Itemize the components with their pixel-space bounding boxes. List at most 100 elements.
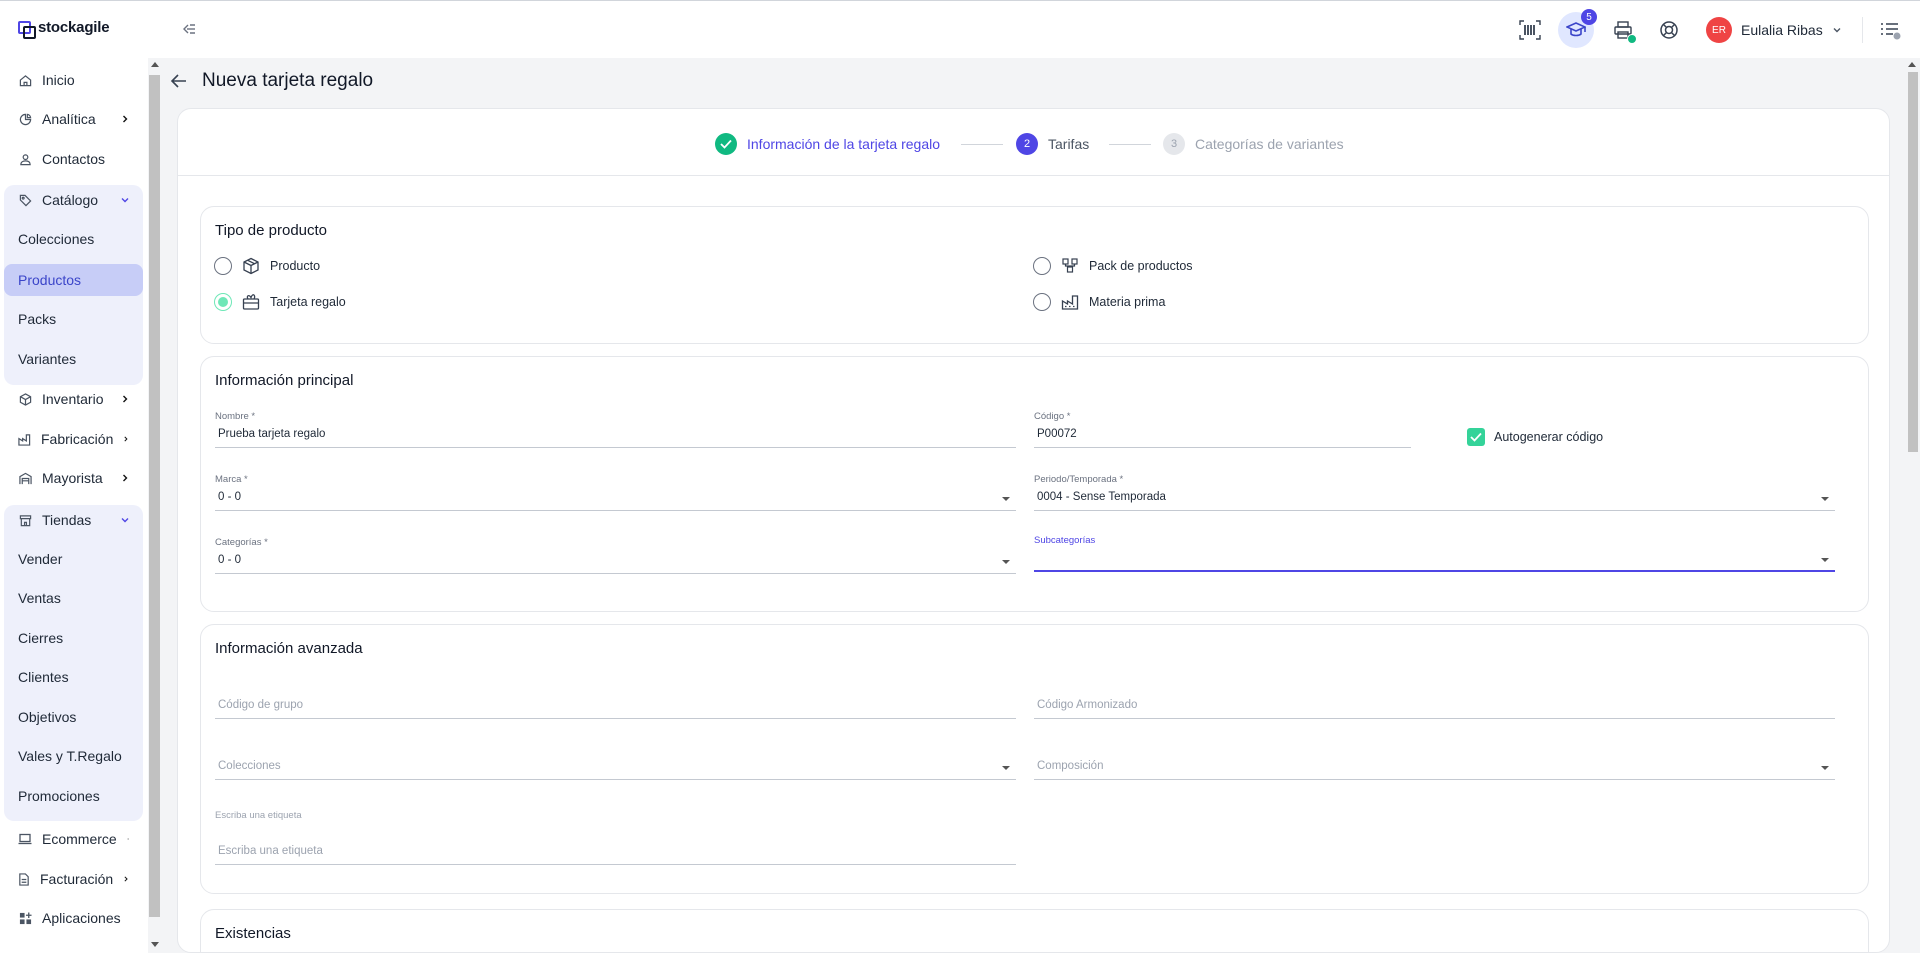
codigo-grupo-field[interactable]: Código de grupo xyxy=(215,695,1016,719)
sidebar: Inicio Analítica Contactos Catálogo Cole… xyxy=(0,58,148,953)
lifebuoy-help-icon[interactable] xyxy=(1651,12,1687,48)
product-type-section: Tipo de producto Producto Pack de produc… xyxy=(200,206,1869,344)
categorias-field[interactable]: Categorías * 0 - 0 xyxy=(215,537,1016,574)
user-name: Eulalia Ribas xyxy=(1741,22,1823,38)
etiqueta-input[interactable]: Escriba una etiqueta xyxy=(215,841,1016,865)
sidebar-item-aplicaciones[interactable]: Aplicaciones xyxy=(4,902,143,934)
back-arrow-icon[interactable] xyxy=(170,72,188,90)
sidebar-item-vender[interactable]: Vender xyxy=(4,543,143,575)
field-label: Periodo/Temporada * xyxy=(1034,474,1124,485)
sidebar-item-promociones[interactable]: Promociones xyxy=(4,780,143,812)
main-scrollbar-thumb[interactable] xyxy=(1908,72,1918,452)
main-info-section: Información principal Nombre * Prueba ta… xyxy=(200,356,1869,612)
section-title: Existencias xyxy=(215,925,291,942)
sidebar-item-inventario[interactable]: Inventario xyxy=(4,383,143,415)
codigo-input[interactable]: P00072 xyxy=(1034,424,1411,448)
sidebar-item-clientes[interactable]: Clientes xyxy=(4,661,143,693)
sidebar-item-analitica[interactable]: Analítica xyxy=(4,103,143,135)
sidebar-item-label: Facturación xyxy=(40,871,114,887)
factory-icon xyxy=(1061,295,1079,310)
subcategorias-select[interactable] xyxy=(1034,548,1835,572)
sidebar-item-catalogo[interactable]: Catálogo xyxy=(4,184,143,216)
factory-icon xyxy=(18,432,31,446)
step-3[interactable]: 3 Categorías de variantes xyxy=(1163,133,1344,155)
radio-materia-prima[interactable]: Materia prima xyxy=(1033,293,1165,311)
chevron-down-icon xyxy=(1833,28,1841,33)
radio-button[interactable] xyxy=(1033,257,1051,275)
sidebar-item-contactos[interactable]: Contactos xyxy=(4,143,143,175)
codigo-armonizado-field[interactable]: Código Armonizado xyxy=(1034,695,1835,719)
tag-icon xyxy=(18,193,32,207)
field-label: Código * xyxy=(1034,411,1071,422)
task-list-icon[interactable] xyxy=(1880,21,1902,41)
codigo-grupo-input[interactable]: Código de grupo xyxy=(215,695,1016,719)
colecciones-field[interactable]: Colecciones xyxy=(215,756,1016,780)
barcode-scanner-icon[interactable] xyxy=(1512,12,1548,48)
sidebar-item-inicio[interactable]: Inicio xyxy=(4,64,143,96)
autogenerar-checkbox[interactable]: Autogenerar código xyxy=(1467,428,1603,446)
sidebar-item-variantes[interactable]: Variantes xyxy=(4,343,143,375)
dropdown-caret-icon xyxy=(1821,766,1829,770)
boxes-icon xyxy=(1062,258,1078,273)
radio-button[interactable] xyxy=(214,257,232,275)
composicion-select[interactable]: Composición xyxy=(1034,756,1835,780)
sidebar-item-mayorista[interactable]: Mayorista xyxy=(4,462,143,494)
step-label: Categorías de variantes xyxy=(1195,136,1344,152)
chart-pie-icon xyxy=(18,112,32,126)
sidebar-item-fabricacion[interactable]: Fabricación xyxy=(4,423,143,455)
nombre-input[interactable]: Prueba tarjeta regalo xyxy=(215,424,1016,448)
scroll-up-arrow-icon[interactable] xyxy=(1908,62,1916,67)
step-1[interactable]: Información de la tarjeta regalo xyxy=(715,133,940,155)
marca-select[interactable]: 0 - 0 xyxy=(215,487,1016,511)
sidebar-item-colecciones[interactable]: Colecciones xyxy=(4,223,143,255)
sidebar-item-ventas[interactable]: Ventas xyxy=(4,582,143,614)
sidebar-scrollbar-thumb[interactable] xyxy=(149,75,160,917)
user-icon xyxy=(18,152,32,166)
radio-producto[interactable]: Producto xyxy=(214,257,320,275)
sidebar-item-ecommerce[interactable]: Ecommerce xyxy=(4,823,143,855)
step-2[interactable]: 2 Tarifas xyxy=(1016,133,1089,155)
periodo-select[interactable]: 0004 - Sense Temporada xyxy=(1034,487,1835,511)
marca-field[interactable]: Marca * 0 - 0 xyxy=(215,474,1016,511)
user-menu[interactable]: ER Eulalia Ribas xyxy=(1706,17,1842,43)
logo-mark-icon xyxy=(18,20,36,39)
categorias-select[interactable]: 0 - 0 xyxy=(215,550,1016,574)
sidebar-item-cierres[interactable]: Cierres xyxy=(4,622,143,654)
sidebar-item-facturacion[interactable]: Facturación xyxy=(4,863,143,895)
field-label: Subcategorías xyxy=(1034,535,1096,546)
gift-card-icon xyxy=(242,294,260,310)
sidebar-item-vales[interactable]: Vales y T.Regalo xyxy=(4,740,143,772)
composicion-field[interactable]: Composición xyxy=(1034,756,1835,780)
scroll-down-arrow-icon[interactable] xyxy=(151,942,159,947)
sidebar-item-label: Mayorista xyxy=(42,470,103,486)
box-icon xyxy=(243,257,259,275)
nombre-field[interactable]: Nombre * Prueba tarjeta regalo xyxy=(215,411,1016,448)
sidebar-item-tiendas[interactable]: Tiendas xyxy=(4,504,143,536)
subcategorias-field[interactable]: Subcategorías xyxy=(1034,535,1835,572)
field-label: Escriba una etiqueta xyxy=(215,810,302,821)
sidebar-item-packs[interactable]: Packs xyxy=(4,303,143,335)
chevron-down-icon xyxy=(121,198,129,203)
radio-label: Tarjeta regalo xyxy=(270,295,346,309)
brand-logo[interactable]: stockagile xyxy=(18,19,110,39)
codigo-field[interactable]: Código * P00072 xyxy=(1034,411,1411,448)
radio-tarjeta-regalo[interactable]: Tarjeta regalo xyxy=(214,293,346,311)
sidebar-item-productos[interactable]: Productos xyxy=(4,264,143,296)
academy-cap-icon[interactable]: 5 xyxy=(1558,9,1597,48)
printer-status-icon[interactable] xyxy=(1605,12,1641,48)
colecciones-select[interactable]: Colecciones xyxy=(215,756,1016,780)
scroll-up-arrow-icon[interactable] xyxy=(151,62,159,67)
codigo-armonizado-input[interactable]: Código Armonizado xyxy=(1034,695,1835,719)
checkbox-label: Autogenerar código xyxy=(1494,430,1604,444)
radio-pack[interactable]: Pack de productos xyxy=(1033,257,1193,275)
collapse-sidebar-icon[interactable] xyxy=(181,21,199,39)
dropdown-caret-icon xyxy=(1002,766,1010,770)
etiqueta-field[interactable]: Escriba una etiqueta Escriba una etiquet… xyxy=(215,810,1016,865)
sidebar-item-objetivos[interactable]: Objetivos xyxy=(4,701,143,733)
brand-name: stockagile xyxy=(38,19,110,36)
checkbox-checked-icon[interactable] xyxy=(1467,428,1485,446)
radio-button-checked[interactable] xyxy=(214,293,232,311)
periodo-field[interactable]: Periodo/Temporada * 0004 - Sense Tempora… xyxy=(1034,474,1835,511)
chevron-right-icon xyxy=(123,474,128,482)
radio-button[interactable] xyxy=(1033,293,1051,311)
